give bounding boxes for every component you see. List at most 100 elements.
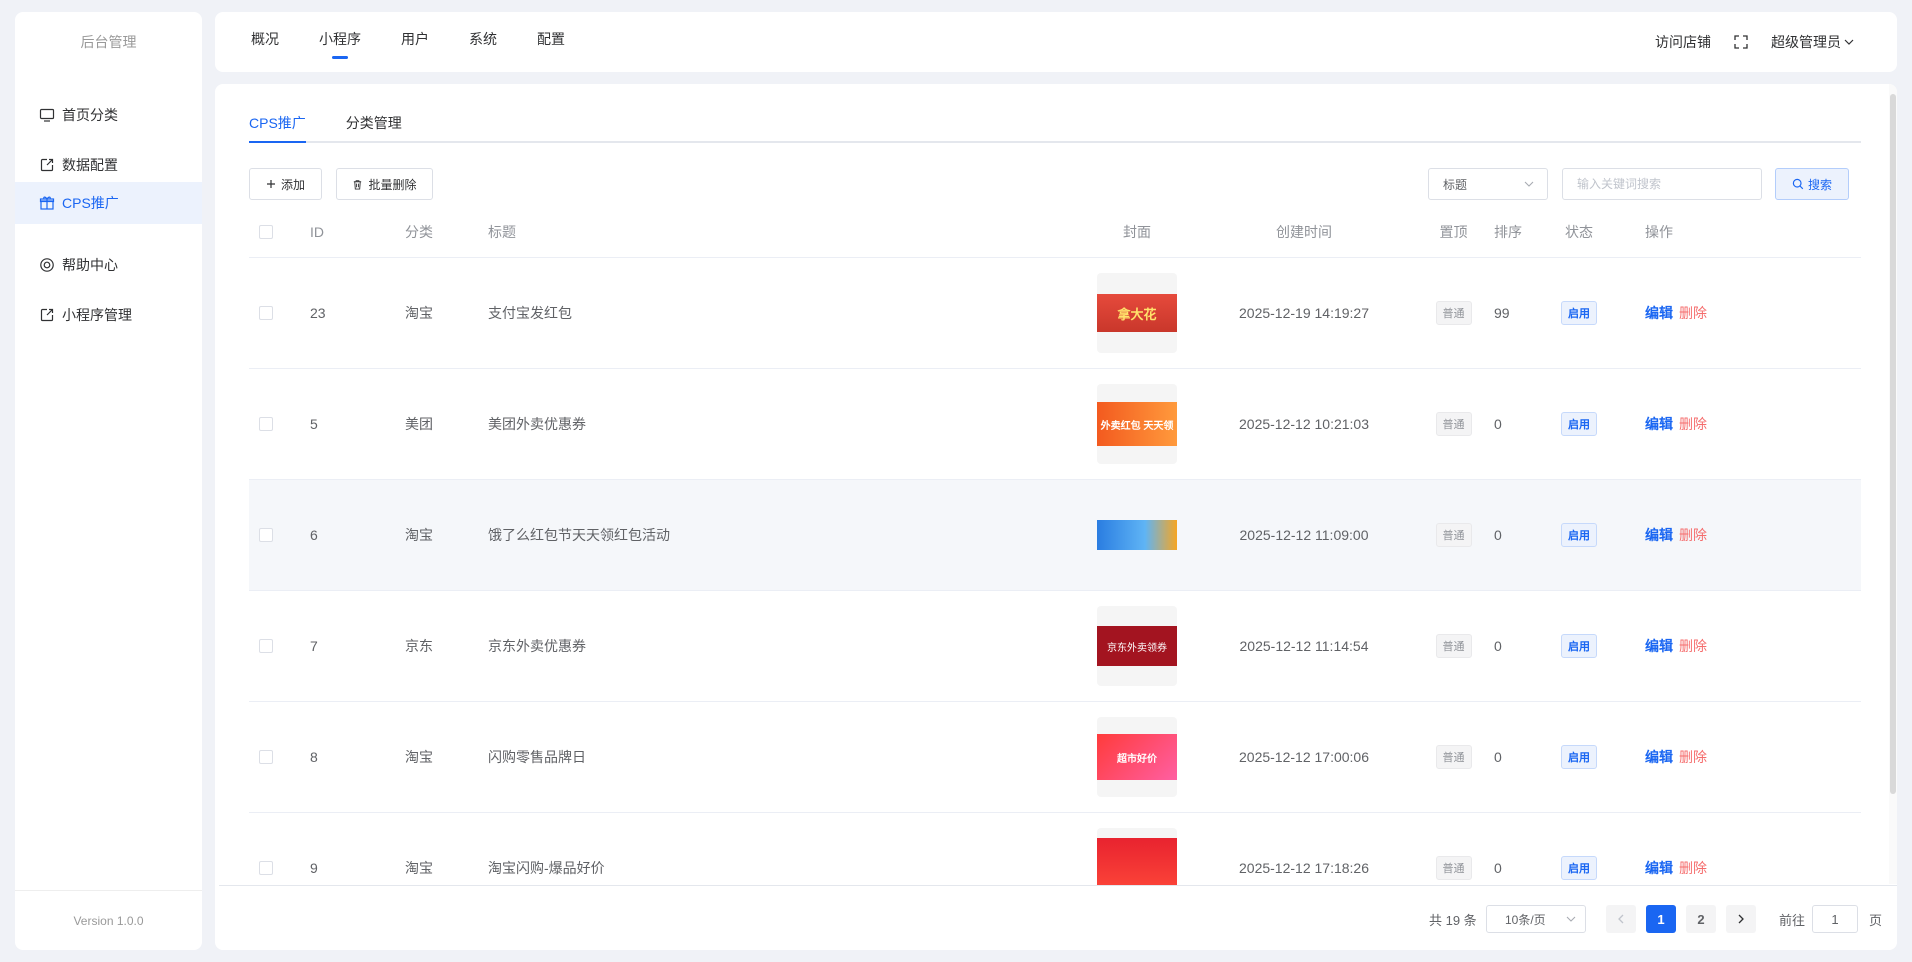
content-tabs: CPS推广 分类管理	[249, 106, 1861, 143]
page-button-1[interactable]: 1	[1646, 905, 1676, 933]
row-ops: 编辑 删除	[1645, 258, 1707, 368]
admin-menu[interactable]: 超级管理员	[1771, 32, 1855, 52]
table-header: ID 分类 标题 封面 创建时间 置顶 排序 状态 操作	[249, 206, 1861, 258]
page-button-2[interactable]: 2	[1686, 905, 1716, 933]
edit-link[interactable]: 编辑	[1645, 525, 1673, 545]
edit-link[interactable]: 编辑	[1645, 303, 1673, 323]
row-created: 2025-12-12 17:00:06	[1239, 749, 1369, 765]
header-id: ID	[310, 223, 324, 240]
header-sort: 排序	[1494, 223, 1522, 240]
sidebar-item-data-config[interactable]: 数据配置	[15, 144, 202, 186]
table-row: 23 淘宝 支付宝发红包 拿大花 2025-12-19 14:19:27 普通 …	[249, 258, 1861, 369]
delete-link[interactable]: 删除	[1679, 858, 1707, 878]
row-checkbox[interactable]	[259, 306, 273, 320]
header-actions: 访问店铺 超级管理员	[1633, 12, 1855, 72]
row-checkbox-cell	[259, 369, 273, 479]
search-field-value: 标题	[1443, 177, 1468, 192]
select-all-checkbox[interactable]	[259, 224, 273, 239]
header-checkbox-cell	[259, 206, 273, 257]
next-page-button[interactable]	[1726, 905, 1756, 933]
goto-page-input[interactable]	[1812, 905, 1858, 933]
delete-link[interactable]: 删除	[1679, 525, 1707, 545]
cover-thumbnail[interactable]: 外卖红包 天天领	[1097, 384, 1177, 464]
row-status-cell: 启用	[1549, 480, 1609, 590]
row-checkbox[interactable]	[259, 639, 273, 653]
sidebar-item-home-category[interactable]: 首页分类	[15, 94, 202, 136]
search-field-select[interactable]: 标题	[1428, 168, 1548, 200]
nav-system[interactable]: 系统	[469, 9, 497, 69]
delete-link[interactable]: 删除	[1679, 303, 1707, 323]
delete-link[interactable]: 删除	[1679, 747, 1707, 767]
pinned-badge: 普通	[1435, 634, 1472, 658]
sidebar-item-cps[interactable]: CPS推广	[15, 182, 202, 224]
vertical-scrollbar[interactable]	[1889, 84, 1897, 884]
row-sort: 0	[1494, 638, 1502, 654]
row-title: 美团外卖优惠券	[488, 416, 586, 432]
add-button[interactable]: 添加	[249, 168, 322, 200]
gift-icon	[39, 195, 55, 211]
row-id: 8	[310, 749, 318, 765]
sidebar-item-miniprogram[interactable]: 小程序管理	[15, 294, 202, 336]
status-badge: 启用	[1561, 634, 1597, 658]
edit-link[interactable]: 编辑	[1645, 414, 1673, 434]
nav-config[interactable]: 配置	[537, 9, 565, 69]
status-badge: 启用	[1561, 856, 1597, 880]
tab-category[interactable]: 分类管理	[346, 106, 402, 141]
row-sort: 0	[1494, 416, 1502, 432]
scrollbar-thumb[interactable]	[1890, 94, 1896, 794]
cover-image: 超市好价	[1097, 734, 1177, 780]
delete-link[interactable]: 删除	[1679, 414, 1707, 434]
chevron-left-icon	[1615, 913, 1627, 925]
header-created: 创建时间	[1276, 223, 1332, 240]
table-row: 6 淘宝 饿了么红包节天天领红包活动 2025-12-12 11:09:00 普…	[249, 480, 1861, 591]
row-checkbox[interactable]	[259, 528, 273, 542]
chevron-down-icon	[1523, 178, 1535, 193]
page-size-select[interactable]: 10条/页	[1486, 905, 1586, 933]
row-checkbox[interactable]	[259, 417, 273, 431]
row-sort: 0	[1494, 749, 1502, 765]
row-category: 淘宝	[405, 749, 433, 765]
pinned-badge: 普通	[1435, 301, 1472, 325]
search-input[interactable]	[1562, 168, 1762, 200]
row-ops: 编辑 删除	[1645, 702, 1707, 812]
edit-link[interactable]: 编辑	[1645, 636, 1673, 656]
search-button[interactable]: 搜索	[1775, 168, 1849, 200]
sidebar-item-label: 帮助中心	[62, 257, 118, 273]
add-button-label: 添加	[280, 177, 305, 192]
chevron-down-icon	[1843, 36, 1855, 48]
row-sort: 99	[1494, 305, 1510, 321]
cover-thumbnail[interactable]: 京东外卖领券	[1097, 606, 1177, 686]
row-category: 美团	[405, 416, 433, 432]
header-status: 状态	[1565, 223, 1593, 240]
nav-overview[interactable]: 概况	[251, 9, 279, 69]
edit-link[interactable]: 编辑	[1645, 858, 1673, 878]
visit-store-link[interactable]: 访问店铺	[1655, 32, 1711, 52]
sidebar: 后台管理 首页分类 数据配置 CPS推广 帮助中心 小程序管理 Version …	[15, 12, 202, 950]
cover-thumbnail[interactable]: 拿大花	[1097, 273, 1177, 353]
pinned-badge: 普通	[1435, 745, 1472, 769]
fullscreen-icon[interactable]	[1733, 34, 1749, 50]
delete-link[interactable]: 删除	[1679, 636, 1707, 656]
nav-users[interactable]: 用户	[401, 9, 429, 69]
batch-delete-button[interactable]: 批量删除	[336, 168, 433, 200]
tab-cps[interactable]: CPS推广	[249, 106, 306, 143]
edit-link[interactable]: 编辑	[1645, 747, 1673, 767]
brand-title: 后台管理	[80, 34, 137, 50]
row-checkbox[interactable]	[259, 861, 273, 875]
row-status-cell: 启用	[1549, 258, 1609, 368]
sidebar-item-help[interactable]: 帮助中心	[15, 244, 202, 286]
row-status-cell: 启用	[1549, 702, 1609, 812]
status-badge: 启用	[1561, 745, 1597, 769]
nav-miniprogram[interactable]: 小程序	[319, 9, 361, 69]
top-nav: 概况 小程序 用户 系统 配置	[251, 12, 605, 72]
row-checkbox-cell	[259, 702, 273, 812]
prev-page-button[interactable]	[1606, 905, 1636, 933]
table-row: 8 淘宝 闪购零售品牌日 超市好价 2025-12-12 17:00:06 普通…	[249, 702, 1861, 813]
cover-thumbnail[interactable]	[1097, 495, 1177, 575]
status-badge: 启用	[1561, 523, 1597, 547]
row-checkbox[interactable]	[259, 750, 273, 764]
sidebar-item-label: CPS推广	[62, 195, 119, 211]
header-ops: 操作	[1645, 223, 1673, 240]
row-cover: 京东外卖领券	[1097, 591, 1177, 701]
cover-thumbnail[interactable]: 超市好价	[1097, 717, 1177, 797]
